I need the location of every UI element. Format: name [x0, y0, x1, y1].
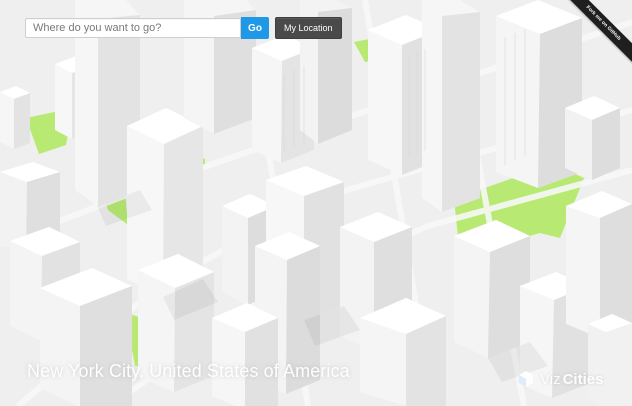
brand-prefix: Viz [540, 370, 561, 388]
brand-suffix: Cities [562, 370, 604, 388]
3d-city-map[interactable] [0, 0, 632, 406]
go-button[interactable]: Go [241, 17, 269, 39]
my-location-button[interactable]: My Location [275, 17, 342, 39]
search-input[interactable] [25, 18, 241, 38]
city-map-viewport[interactable]: Go My Location Fork me on GitHub New Yor… [0, 0, 632, 406]
search-toolbar: Go My Location [25, 17, 342, 39]
city-location-label: New York City, United States of America [27, 361, 350, 381]
isometric-cube-icon [519, 371, 533, 387]
vizcities-brand: Viz Cities [516, 369, 603, 389]
